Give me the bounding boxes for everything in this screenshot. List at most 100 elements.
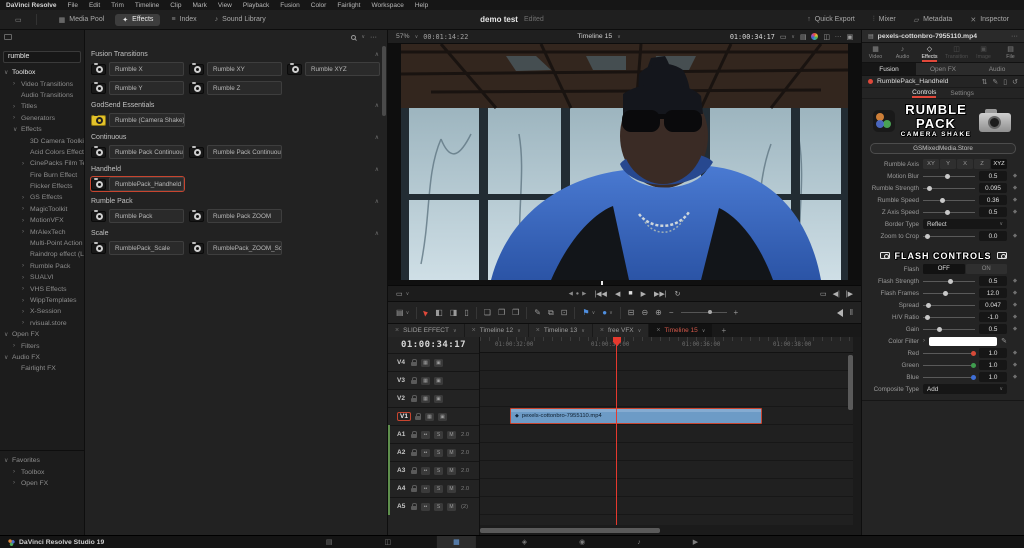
parameter-slider[interactable] (923, 361, 975, 369)
panel-toggle-button[interactable]: ✦ Effects (115, 14, 160, 26)
axis-option-button[interactable]: XY (923, 159, 939, 169)
timeline-tab[interactable]: × Timeline 15 ∨ (649, 324, 712, 337)
track-lock-icon[interactable] (411, 398, 417, 402)
video-track-header[interactable]: V4 ▦ ▣ (388, 353, 479, 371)
selection-tool-icon[interactable] (423, 309, 429, 316)
parameter-slider[interactable] (923, 196, 975, 204)
collapse-icon[interactable]: ∧ (375, 230, 379, 237)
effects-tree-item[interactable]: › SUALVI (0, 272, 84, 283)
linked-selection-icon[interactable]: ⧉ (548, 308, 554, 318)
favorites-tree-item[interactable]: › Open FX (0, 478, 84, 489)
zoom-out-icon[interactable]: ⊖ (641, 308, 648, 317)
tree-expander-icon[interactable]: › (13, 480, 18, 486)
color-swatch[interactable] (929, 337, 997, 346)
effects-tree-item[interactable]: › Rumble Pack (0, 261, 84, 272)
solo-button[interactable]: S (434, 431, 443, 439)
tree-expander-icon[interactable]: ∨ (4, 69, 9, 76)
timeline-selector[interactable]: Timeline 15 (577, 33, 612, 40)
more-options-icon[interactable]: ··· (370, 34, 377, 41)
menu-item[interactable]: Fairlight (337, 2, 360, 9)
effects-tree-item[interactable]: › Titles (0, 101, 84, 112)
effects-tree-item[interactable]: 3D Camera Toolkit (LL... (0, 135, 84, 146)
favorites-tree-item[interactable]: › Toolbox (0, 466, 84, 477)
panel-toggle-button[interactable]: ♪ Sound Library (208, 14, 273, 25)
parameter-slider[interactable] (923, 313, 975, 321)
dual-monitor-icon[interactable]: ◫ (823, 33, 829, 41)
parameter-slider[interactable] (923, 184, 975, 192)
track-enable-icon[interactable]: ▦ (421, 359, 430, 367)
menu-item[interactable]: View (218, 2, 232, 9)
match-frame-icon[interactable]: ◀| (833, 290, 840, 298)
toolbar-right-button[interactable]: ✕ Inspector (963, 14, 1016, 26)
toolbar-right-button[interactable]: ↑ Quick Export (800, 14, 862, 25)
marker-icon[interactable]: ●∨ (602, 308, 613, 317)
stop-button[interactable]: ■ (628, 290, 632, 297)
close-tab-icon[interactable]: × (472, 327, 476, 334)
slider-knob[interactable] (971, 375, 976, 380)
close-tab-icon[interactable]: × (656, 327, 660, 334)
axis-option-button[interactable]: XYZ (991, 159, 1007, 169)
parameter-slider[interactable] (923, 325, 975, 333)
expand-icon[interactable]: › (923, 338, 925, 344)
mute-button[interactable]: M (447, 467, 456, 475)
track-auto-select-icon[interactable]: ▣ (438, 413, 447, 421)
solo-button[interactable]: S (434, 503, 443, 511)
timeline-tab[interactable]: × free VFX ∨ (593, 324, 648, 337)
collapse-icon[interactable]: ∧ (375, 102, 379, 109)
tree-expander-icon[interactable]: › (22, 195, 27, 201)
timeline-tab[interactable]: × SLIDE EFFECT ∨ (388, 324, 464, 337)
record-arm-icon[interactable]: •• (421, 503, 430, 511)
cinema-viewer-icon[interactable]: ▣ (847, 33, 853, 41)
effect-item[interactable]: Rumble Pack Continuous Z... (189, 145, 282, 159)
tree-expander-icon[interactable]: ∨ (4, 331, 9, 338)
timeline-tab[interactable]: × Timeline 12 ∨ (465, 324, 528, 337)
effects-tree-item[interactable]: Acid Colors Effects (0, 147, 84, 158)
customize-icon[interactable]: ✎ (992, 78, 998, 86)
zoom-minus-icon[interactable]: − (669, 308, 674, 317)
toolbar-right-button[interactable]: ⫶ Mixer (866, 14, 903, 26)
viewer-zoom-level[interactable]: 57% (396, 33, 410, 40)
effect-item[interactable]: Rumble Y (91, 81, 184, 95)
mute-button[interactable]: M (447, 485, 456, 493)
axis-option-button[interactable]: Z (974, 159, 990, 169)
effect-item[interactable]: Rumble Z (189, 81, 282, 95)
effects-tree-item[interactable]: Raindrop effect (LLmo... (0, 249, 84, 260)
border-type-dropdown[interactable]: Reflect ∨ (923, 219, 1007, 229)
parameter-value-box[interactable]: 1.0 (979, 360, 1007, 370)
track-auto-select-icon[interactable]: ▣ (434, 377, 443, 385)
tree-expander-icon[interactable]: › (13, 469, 18, 475)
add-timeline-tab-icon[interactable]: + (713, 324, 734, 337)
keyframe-icon[interactable]: ◆ (1011, 185, 1019, 191)
audio-track-header[interactable]: A4 •• S M 2.0 (388, 479, 479, 497)
record-arm-icon[interactable]: •• (421, 467, 430, 475)
parameter-slider[interactable] (923, 373, 975, 381)
record-arm-icon[interactable]: •• (421, 431, 430, 439)
menu-item[interactable]: Playback (243, 2, 269, 9)
toolbar-right-button[interactable]: ▱ Metadata (907, 14, 960, 26)
timeline-horizontal-scrollbar[interactable] (480, 528, 660, 533)
effects-tree-item[interactable]: › MrAlexTech (0, 226, 84, 237)
track-auto-select-icon[interactable]: ▣ (434, 395, 443, 403)
effects-tree-item[interactable]: ∨ Toolbox (0, 67, 84, 78)
audio-monitor-icon[interactable] (837, 309, 843, 317)
reset-effect-icon[interactable]: ↺ (1012, 78, 1018, 86)
track-auto-select-icon[interactable]: ▣ (434, 359, 443, 367)
parameter-slider[interactable] (923, 289, 975, 297)
parameter-value-box[interactable]: 0.5 (979, 207, 1007, 217)
parameter-value-box[interactable]: 0.5 (979, 276, 1007, 286)
close-tab-icon[interactable]: × (600, 327, 604, 334)
search-icon[interactable] (351, 35, 356, 40)
store-link-button[interactable]: GSMixedMedia.Store (870, 143, 1016, 154)
track-lock-icon[interactable] (411, 452, 417, 456)
tree-expander-icon[interactable]: › (22, 320, 27, 326)
overwrite-clip-icon[interactable]: ❐ (498, 308, 505, 317)
flash-on-button[interactable]: ON (966, 264, 1008, 274)
tree-expander-icon[interactable]: ∨ (4, 457, 9, 464)
grab-still-icon[interactable]: ▤ (800, 33, 806, 41)
tree-expander-icon[interactable]: › (13, 104, 18, 110)
track-lock-icon[interactable] (411, 470, 417, 474)
loop-region-icon[interactable]: ▭ (820, 290, 827, 298)
tree-expander-icon[interactable]: › (22, 218, 27, 224)
effect-item[interactable]: Rumble XY (189, 62, 282, 76)
menu-item[interactable]: Workspace (371, 2, 403, 9)
